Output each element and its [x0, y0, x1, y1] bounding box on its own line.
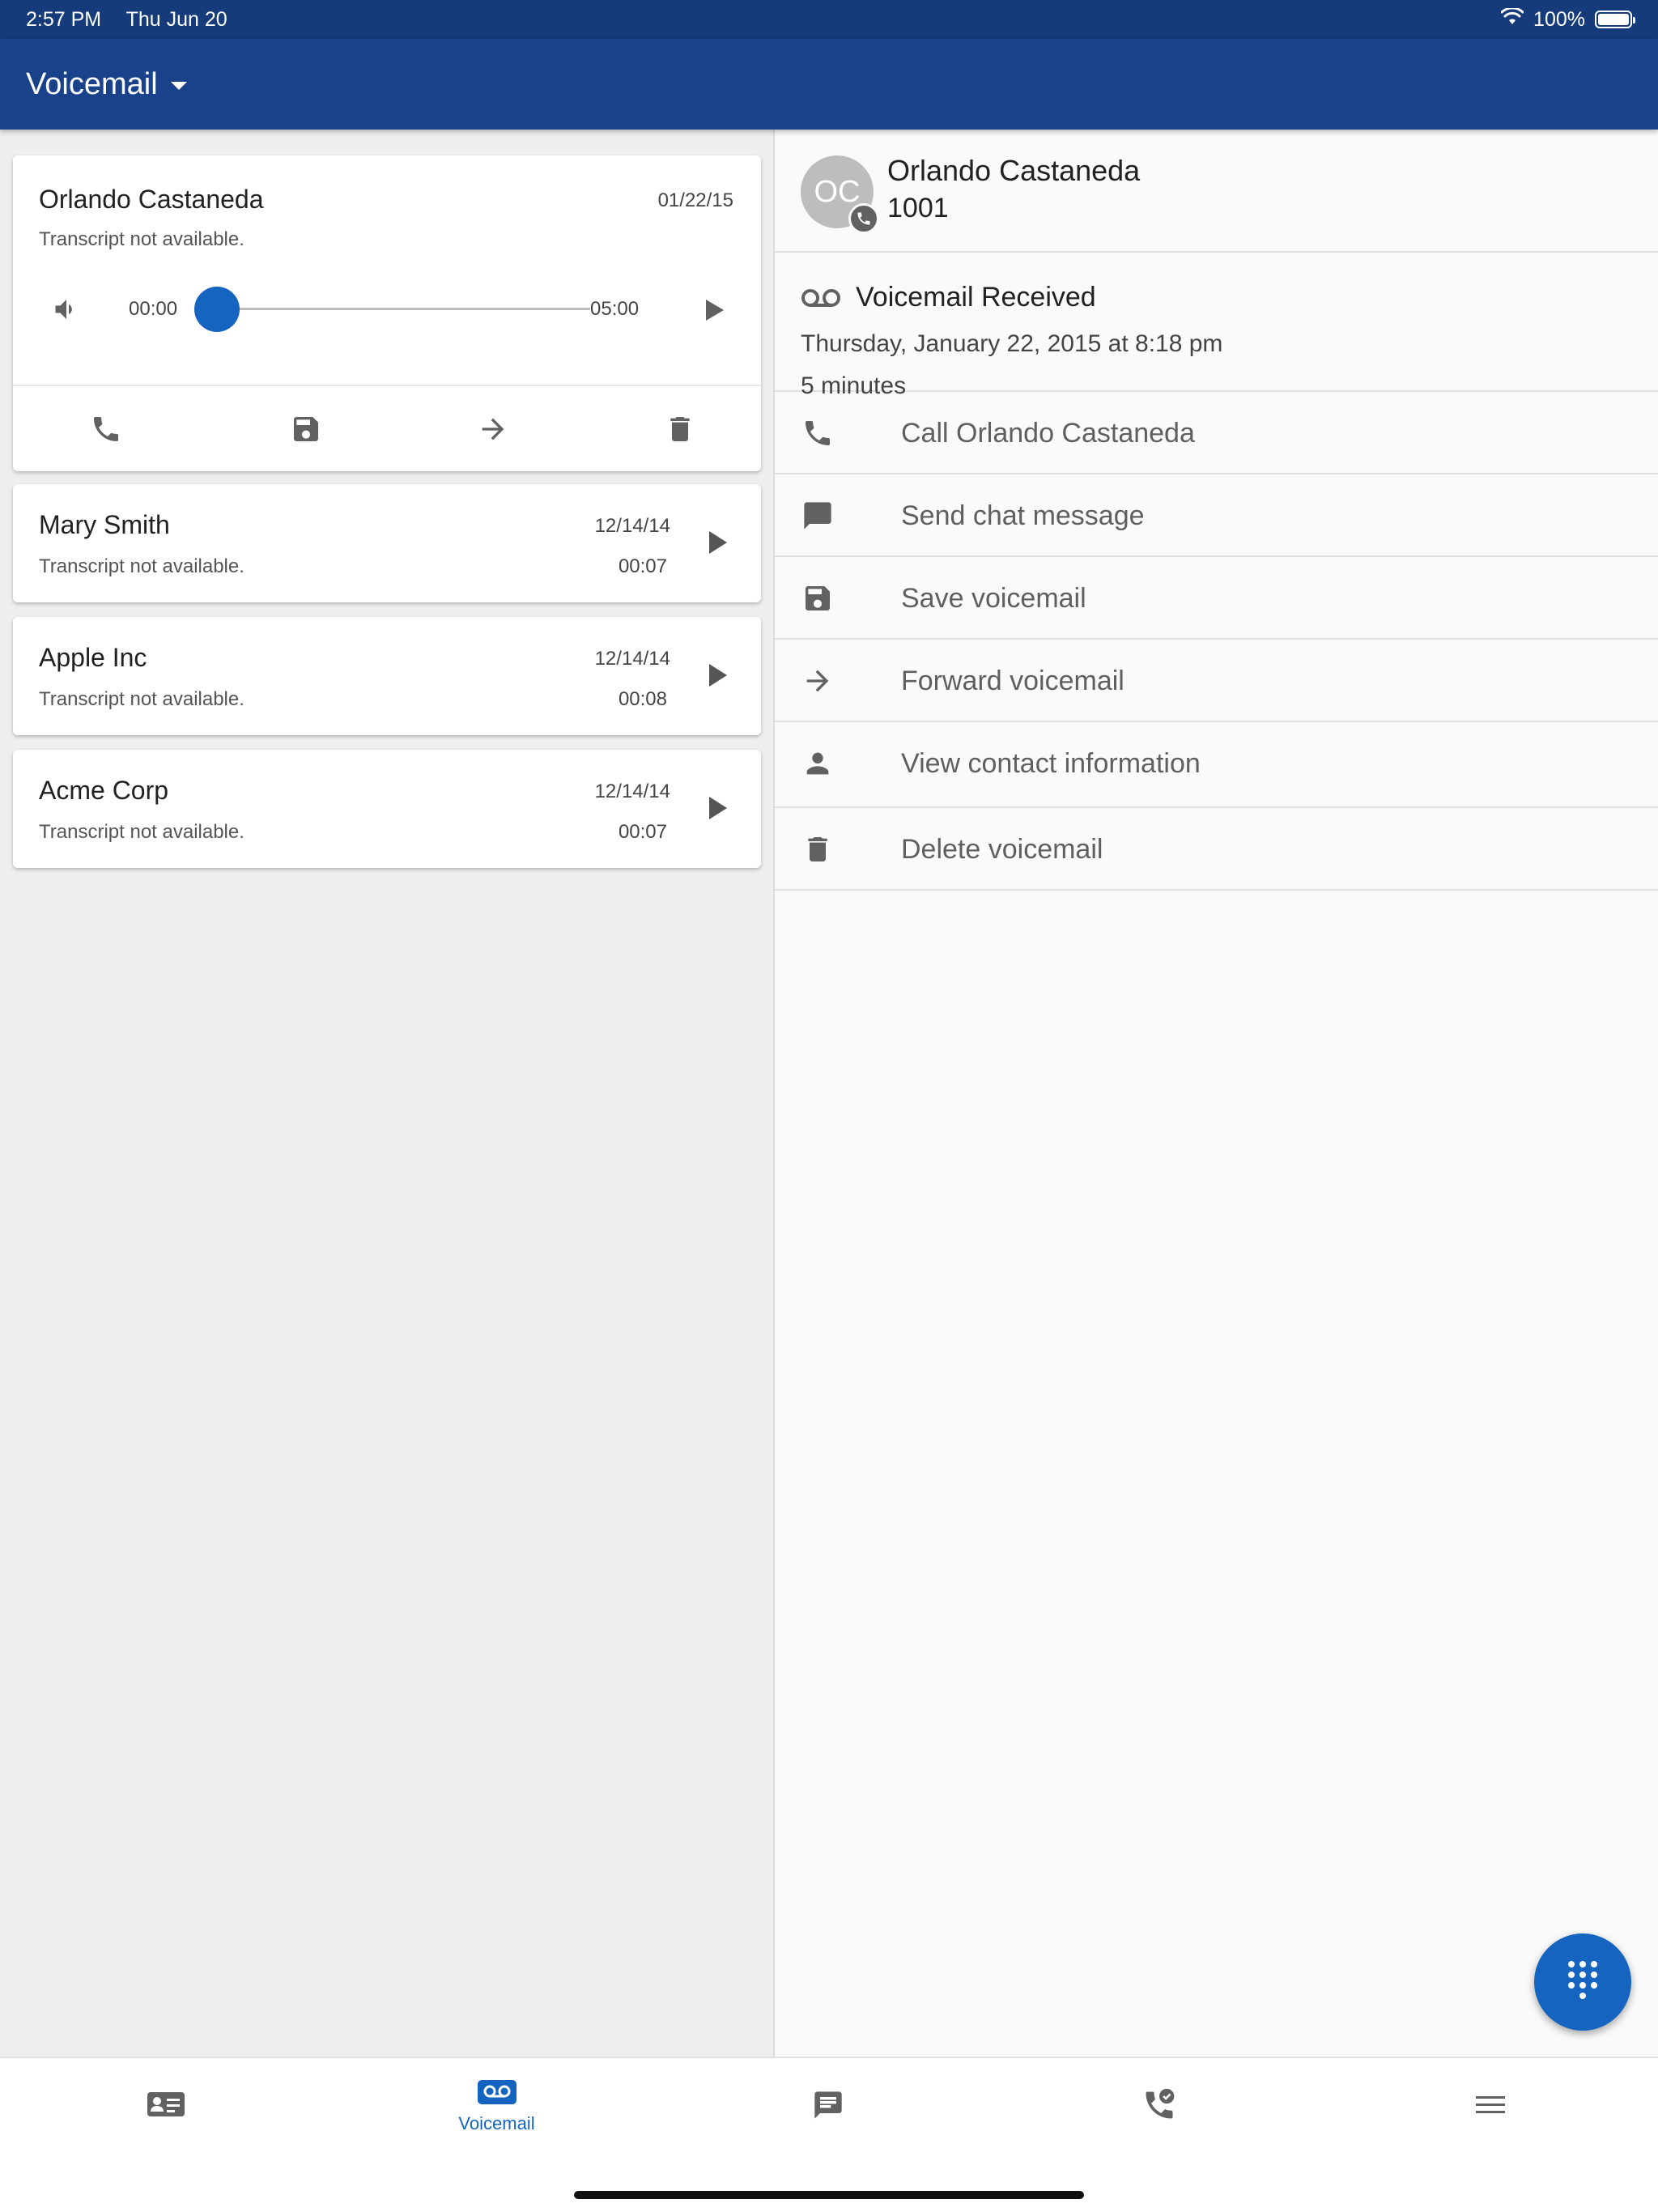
play-icon[interactable]: [709, 664, 727, 687]
voicemail-icon: [801, 288, 841, 313]
card-action-bar: [13, 385, 761, 441]
action-label: Call Orlando Castaneda: [901, 418, 1195, 449]
tab-menu[interactable]: [1324, 2058, 1656, 2155]
delete-voicemail-action[interactable]: Delete voicemail: [775, 808, 1658, 891]
trash-icon: [664, 413, 696, 449]
total-time: 05:00: [590, 298, 640, 320]
voicemail-caller-name: Mary Smith: [39, 510, 170, 539]
wifi-icon: [1500, 6, 1524, 32]
tab-voicemail-label: Voicemail: [458, 2112, 535, 2133]
voicemail-card-expanded[interactable]: Orlando Castaneda 01/22/15 Transcript no…: [13, 155, 761, 471]
voicemail-info: Voicemail Received Thursday, January 22,…: [775, 253, 1658, 399]
play-icon[interactable]: [703, 298, 725, 326]
view-contact-action[interactable]: View contact information: [775, 722, 1658, 808]
forward-voicemail-action[interactable]: Forward voicemail: [775, 640, 1658, 722]
contact-extension: 1001: [887, 193, 949, 223]
action-label: Save voicemail: [901, 583, 1086, 614]
voicemail-card[interactable]: Apple Inc Transcript not available. 12/1…: [13, 617, 761, 735]
voicemail-transcript: Transcript not available.: [39, 688, 244, 710]
action-label: View contact information: [901, 748, 1201, 779]
call-button[interactable]: [87, 412, 125, 449]
battery-percent: 100%: [1533, 7, 1585, 31]
volume-icon[interactable]: [52, 295, 81, 328]
caret-down-icon: [170, 82, 187, 90]
tab-chat[interactable]: [662, 2058, 993, 2155]
tab-contacts[interactable]: [0, 2058, 331, 2155]
phone-icon: [801, 416, 835, 450]
action-label: Forward voicemail: [901, 666, 1124, 696]
save-icon: [801, 581, 835, 615]
app-bar: Voicemail: [0, 39, 1658, 130]
forward-button[interactable]: [474, 412, 512, 449]
forward-arrow-icon: [477, 413, 509, 449]
audio-player: 00:00 05:00: [13, 277, 761, 342]
tab-call-history[interactable]: [993, 2058, 1324, 2155]
voicemail-list: Orlando Castaneda 01/22/15 Transcript no…: [0, 130, 773, 2057]
phone-icon: [90, 413, 122, 449]
save-button[interactable]: [287, 412, 325, 449]
status-date: Thu Jun 20: [125, 7, 227, 31]
voicemail-caller-name: Apple Inc: [39, 643, 147, 672]
voicemail-caller-name: Orlando Castaneda: [39, 185, 264, 214]
status-time: 2:57 PM: [26, 7, 102, 31]
bottom-navigation: Voicemail: [0, 2057, 1658, 2212]
save-voicemail-action[interactable]: Save voicemail: [775, 557, 1658, 640]
send-chat-action[interactable]: Send chat message: [775, 474, 1658, 557]
voicemail-transcript: Transcript not available.: [39, 821, 244, 843]
current-time: 00:00: [129, 298, 178, 320]
voicemail-card[interactable]: Acme Corp Transcript not available. 12/1…: [13, 750, 761, 868]
dialpad-icon: [1565, 1959, 1601, 2006]
page-title: Voicemail: [26, 66, 158, 101]
voicemail-datetime: Thursday, January 22, 2015 at 8:18 pm: [801, 330, 1223, 357]
avatar-initials: OC: [814, 174, 861, 209]
voicemail-date: 12/14/14: [594, 781, 670, 802]
voicemail-date: 01/22/15: [657, 189, 733, 211]
chat-icon: [801, 499, 835, 533]
person-icon: [801, 747, 835, 781]
voicemail-transcript: Transcript not available.: [39, 228, 244, 250]
call-contact-action[interactable]: Call Orlando Castaneda: [775, 392, 1658, 474]
voicemail-detail: OC Orlando Castaneda 1001 Voicemail Rece…: [773, 130, 1658, 2057]
contacts-card-icon: [146, 2091, 186, 2124]
voicemail-duration: 00:07: [618, 821, 667, 843]
save-icon: [290, 413, 322, 449]
dialpad-button[interactable]: [1534, 1933, 1631, 2031]
action-label: Delete voicemail: [901, 834, 1103, 865]
voicemail-date: 12/14/14: [594, 648, 670, 670]
seek-track[interactable]: [219, 308, 590, 310]
voicemail-caller-name: Acme Corp: [39, 776, 169, 805]
call-history-icon: [1141, 2087, 1177, 2127]
chat-icon: [812, 2089, 844, 2125]
home-indicator[interactable]: [574, 2191, 1084, 2199]
tab-voicemail[interactable]: Voicemail: [331, 2058, 662, 2155]
status-bar: 2:57 PM Thu Jun 20 100%: [0, 0, 1658, 39]
voicemail-duration: 00:08: [618, 688, 667, 710]
action-label: Send chat message: [901, 500, 1145, 531]
phone-badge-icon: [848, 203, 879, 234]
trash-icon: [801, 832, 835, 866]
play-icon[interactable]: [709, 797, 727, 819]
delete-button[interactable]: [661, 412, 699, 449]
battery-icon: [1595, 11, 1635, 28]
seek-thumb[interactable]: [194, 287, 240, 332]
play-icon[interactable]: [709, 531, 727, 554]
voicemail-dropdown[interactable]: Voicemail: [26, 67, 187, 102]
menu-icon: [1474, 2093, 1507, 2121]
contact-name: Orlando Castaneda: [887, 154, 1141, 187]
voicemail-card[interactable]: Mary Smith Transcript not available. 12/…: [13, 484, 761, 602]
voicemail-date: 12/14/14: [594, 515, 670, 537]
voicemail-icon: [477, 2079, 517, 2108]
voicemail-duration: 00:07: [618, 555, 667, 577]
voicemail-transcript: Transcript not available.: [39, 555, 244, 577]
contact-header: OC Orlando Castaneda 1001: [775, 130, 1658, 253]
forward-arrow-icon: [801, 664, 835, 698]
voicemail-received-title: Voicemail Received: [856, 282, 1096, 313]
